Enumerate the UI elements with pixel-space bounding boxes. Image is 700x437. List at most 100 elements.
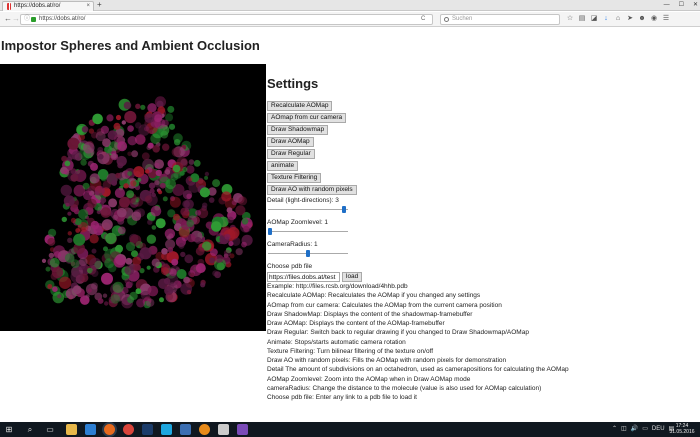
atom-sphere <box>155 218 166 229</box>
atom-sphere <box>135 288 142 295</box>
atom-sphere <box>85 294 90 299</box>
atom-sphere <box>155 169 162 177</box>
tray-item[interactable]: 🔊 <box>631 425 638 434</box>
url-bar[interactable]: ⓘ https://dobs.at/ro/ <box>20 14 433 25</box>
atom-sphere <box>113 122 121 130</box>
maximize-button[interactable]: ☐ <box>679 0 684 10</box>
search-icon[interactable]: ⌕ <box>24 424 36 435</box>
atom-sphere <box>176 269 187 279</box>
atom-sphere <box>124 110 137 124</box>
detail-slider[interactable] <box>268 206 348 213</box>
load-button[interactable]: load <box>342 272 363 282</box>
screenshot-icon[interactable]: ◉ <box>650 14 658 23</box>
atom-sphere <box>70 259 80 268</box>
pdb-url-input[interactable] <box>267 272 340 282</box>
atom-sphere <box>209 257 216 264</box>
reload-icon[interactable]: C <box>421 15 425 24</box>
draw-ao-random-button[interactable]: Draw AO with random pixels <box>267 185 357 195</box>
draw-aomap-button[interactable]: Draw AOMap <box>267 137 314 147</box>
atom-sphere <box>208 197 215 203</box>
star-icon[interactable]: ☆ <box>566 14 574 23</box>
draw-regular-button[interactable]: Draw Regular <box>267 149 315 159</box>
atom-sphere <box>70 217 77 223</box>
help-line: Draw ShadowMap: Displays the content of … <box>267 310 473 318</box>
reading-list-icon[interactable]: ▤ <box>578 14 586 23</box>
atom-sphere <box>193 159 201 167</box>
smiley-icon[interactable]: ☻ <box>638 14 646 23</box>
download-icon[interactable]: ↓ <box>602 14 610 23</box>
firefox-icon[interactable] <box>104 424 115 435</box>
atom-sphere <box>41 258 47 263</box>
atom-sphere <box>221 191 232 202</box>
molecule-canvas[interactable] <box>0 64 266 331</box>
search-bar[interactable]: Suchen <box>440 14 560 25</box>
draw-shadowmap-button[interactable]: Draw Shadowmap <box>267 125 329 135</box>
file-explorer-icon[interactable] <box>66 424 77 435</box>
steam-icon[interactable] <box>142 424 153 435</box>
texture-filtering-button[interactable]: Texture Filtering <box>267 173 322 183</box>
atom-sphere <box>136 298 146 308</box>
clock[interactable]: 17:24 31.05.2016 <box>668 423 696 435</box>
media-icon[interactable] <box>180 424 191 435</box>
atom-sphere <box>67 170 79 182</box>
atom-sphere <box>50 272 58 280</box>
molecule-render[interactable] <box>0 64 266 331</box>
new-tab-button[interactable]: + <box>97 0 102 10</box>
lock-icon[interactable] <box>31 17 36 22</box>
atom-sphere <box>95 131 106 142</box>
skype-icon[interactable] <box>161 424 172 435</box>
menu-icon[interactable]: ☰ <box>662 14 670 23</box>
home-icon[interactable]: ⌂ <box>614 14 622 23</box>
atom-sphere <box>117 226 126 235</box>
chrome-icon[interactable] <box>123 424 134 435</box>
animate-button[interactable]: animate <box>267 161 299 171</box>
send-icon[interactable]: ➤ <box>626 14 634 23</box>
search-input[interactable]: Suchen <box>452 15 472 24</box>
aomap-from-camera-button[interactable]: AOmap from cur camera <box>267 113 347 123</box>
slider-thumb[interactable] <box>341 206 346 213</box>
atom-sphere <box>149 188 155 194</box>
browser-tab[interactable]: https://dobs.at/ro/ × <box>2 1 94 11</box>
tray-item[interactable]: DEU <box>652 425 665 434</box>
close-window-button[interactable]: ✕ <box>693 0 698 10</box>
unity-icon[interactable] <box>218 424 229 435</box>
minimize-button[interactable]: — <box>664 0 670 10</box>
atom-sphere <box>130 180 137 187</box>
system-tray: ⌃ ◫ 🔊 ▭ DEU ▤ <box>612 425 674 434</box>
tab-close-icon[interactable]: × <box>86 2 90 11</box>
detail-label: Detail (light-directions): 3 <box>267 197 339 204</box>
info-icon[interactable]: ⓘ <box>24 15 30 24</box>
tray-item[interactable]: ◫ <box>621 425 627 434</box>
atom-sphere <box>75 228 81 233</box>
task-view-icon[interactable]: ▭ <box>44 424 56 435</box>
zoom-slider[interactable] <box>268 228 348 235</box>
blender-icon[interactable] <box>199 424 210 435</box>
page-title: Impostor Spheres and Ambient Occlusion <box>1 38 260 53</box>
visual-studio-icon[interactable] <box>237 424 248 435</box>
atom-sphere <box>110 294 121 304</box>
slider-thumb[interactable] <box>268 228 272 235</box>
tray-item[interactable]: ▭ <box>642 425 648 434</box>
help-line: Draw AO with random pixels: Fills the AO… <box>267 357 507 364</box>
atom-sphere <box>117 141 128 152</box>
atom-sphere <box>100 207 112 218</box>
clock-date: 31.05.2016 <box>669 429 695 435</box>
edge-icon[interactable] <box>85 424 96 435</box>
atom-sphere <box>144 113 155 124</box>
slider-thumb[interactable] <box>306 250 310 257</box>
forward-button[interactable]: → <box>12 14 20 24</box>
tray-item[interactable]: ⌃ <box>612 425 617 434</box>
url-text[interactable]: https://dobs.at/ro/ <box>39 15 85 24</box>
favicon-icon <box>7 3 11 10</box>
atom-sphere <box>167 246 174 253</box>
atom-sphere <box>164 169 171 175</box>
back-button[interactable]: ← <box>4 14 12 24</box>
search-icon <box>444 17 449 22</box>
atom-sphere <box>65 202 70 207</box>
help-line: cameraRadius: Change the distance to the… <box>267 384 542 392</box>
start-icon[interactable]: ⊞ <box>3 424 15 435</box>
camera-radius-slider[interactable] <box>268 250 348 257</box>
recalculate-aomap-button[interactable]: Recalculate AOMap <box>267 101 333 111</box>
atom-sphere <box>147 103 157 113</box>
pocket-icon[interactable]: ◪ <box>590 14 598 23</box>
